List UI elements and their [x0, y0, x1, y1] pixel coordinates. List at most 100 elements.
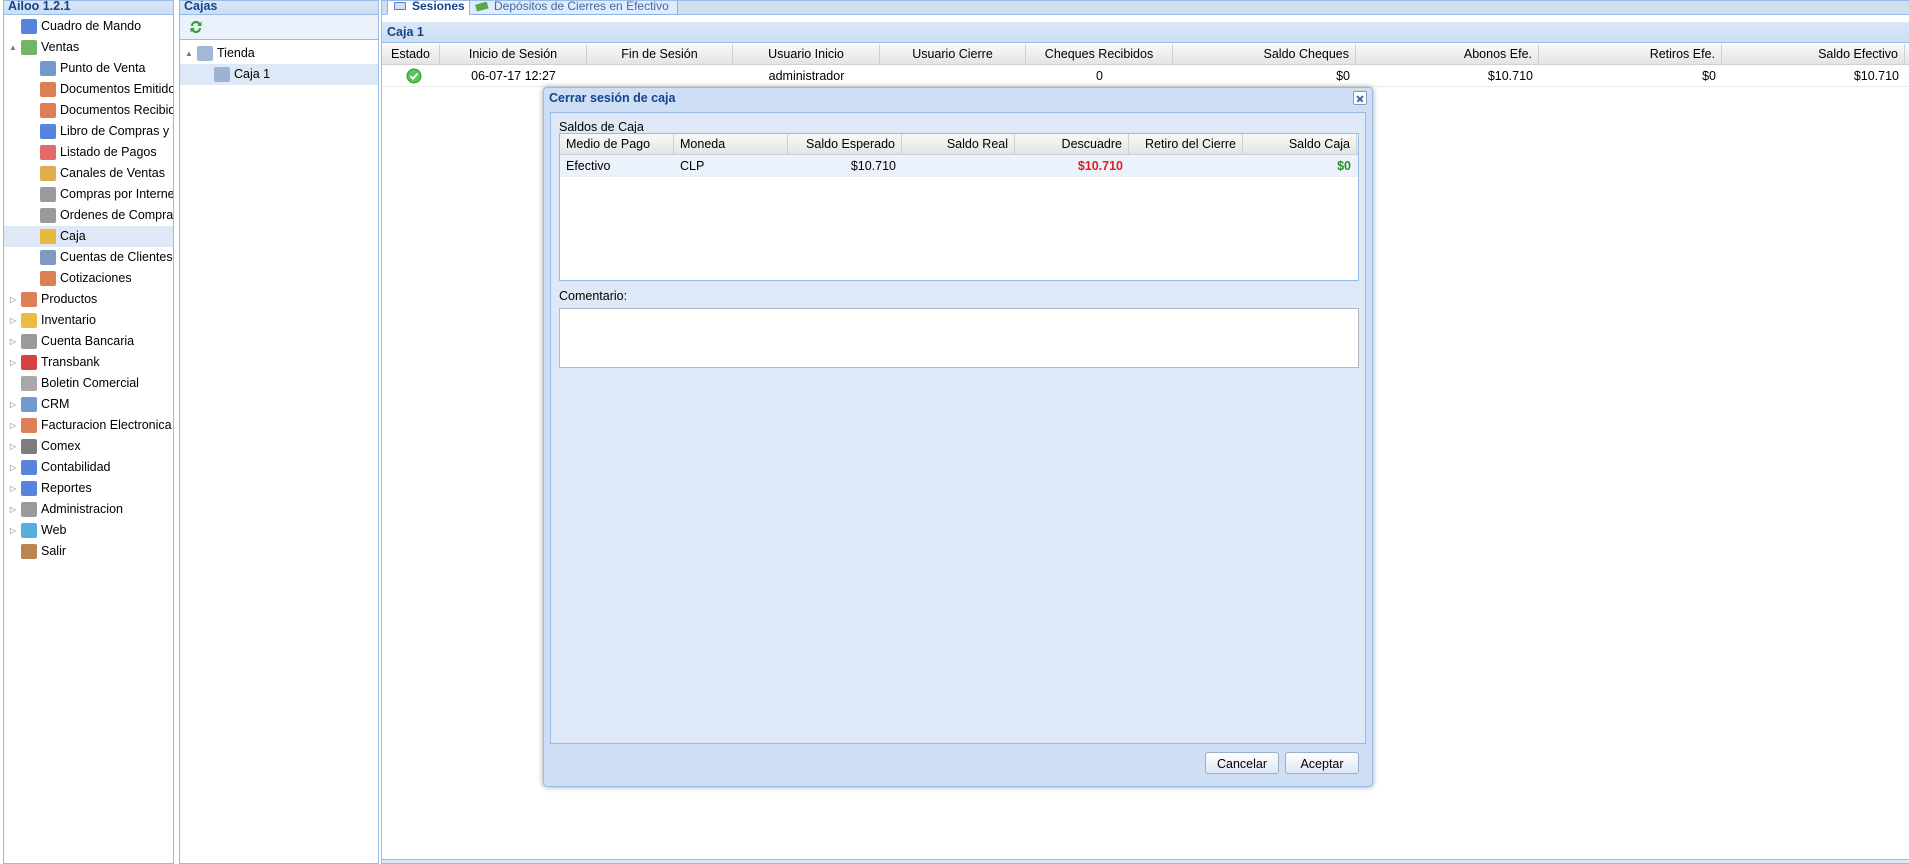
- expander-icon[interactable]: ▷: [7, 478, 19, 499]
- table-row[interactable]: 06-07-17 12:27 administrador 0 $0 $10.710 $0 $…: [382, 65, 1909, 87]
- nav-item-label: Compras por Internet: [60, 187, 173, 201]
- nav-item[interactable]: Cuentas de Clientes: [4, 247, 173, 268]
- table-cell[interactable]: [902, 155, 1015, 177]
- transbank-icon: [21, 355, 37, 370]
- bar-chart-icon: [21, 481, 37, 496]
- comment-label: Comentario:: [559, 289, 628, 303]
- column-header[interactable]: Saldo Cheques: [1173, 44, 1356, 65]
- table-cell: $10.710: [850, 159, 896, 173]
- nav-item[interactable]: Compras por Internet: [4, 184, 173, 205]
- column-header[interactable]: Retiros Efe.: [1539, 44, 1722, 65]
- window-body: Saldos de Caja Medio de Pago Moneda Saldo …: [550, 112, 1366, 744]
- nav-item[interactable]: Salir: [4, 541, 173, 562]
- column-header[interactable]: Saldo Caja: [1243, 134, 1357, 155]
- nav-item[interactable]: ▷ Web: [4, 520, 173, 541]
- nav-item[interactable]: ▷ Comex: [4, 436, 173, 457]
- nav-item-label: Salir: [41, 544, 67, 558]
- nav-item[interactable]: ▷ Facturacion Electronica: [4, 415, 173, 436]
- caja-tree-item[interactable]: ▲ Tienda: [180, 43, 378, 64]
- nav-item[interactable]: Listado de Pagos: [4, 142, 173, 163]
- close-icon[interactable]: [1353, 91, 1367, 105]
- nav-item[interactable]: ▷ CRM: [4, 394, 173, 415]
- saldos-label: Saldos de Caja: [559, 120, 644, 134]
- expander-icon[interactable]: ▷: [7, 331, 19, 352]
- nav-item[interactable]: Ordenes de Compras: [4, 205, 173, 226]
- nav-item[interactable]: ▷ Contabilidad: [4, 457, 173, 478]
- expander-icon[interactable]: ▷: [7, 415, 19, 436]
- comment-textarea[interactable]: [559, 308, 1359, 368]
- column-header[interactable]: Descuadre: [1015, 134, 1129, 155]
- monitor-icon: [394, 2, 406, 10]
- nav-item[interactable]: Libro de Compras y Ventas: [4, 121, 173, 142]
- expander-icon[interactable]: ▷: [7, 499, 19, 520]
- column-header[interactable]: Abonos Efe.: [1356, 44, 1539, 65]
- column-header[interactable]: Saldo Efectivo: [1722, 44, 1905, 65]
- table-cell: Efectivo: [566, 159, 611, 173]
- column-header[interactable]: Usuario Inicio: [733, 44, 880, 65]
- table-cell: $0: [1337, 159, 1351, 173]
- tab-depositos[interactable]: Depósitos de Cierres en Efectivo: [469, 0, 678, 15]
- column-header[interactable]: Cheques Recibidos: [1026, 44, 1173, 65]
- book-icon: [40, 124, 56, 139]
- caja-tree-item[interactable]: Caja 1: [180, 64, 378, 85]
- table-cell: [587, 65, 733, 87]
- nav-item[interactable]: Documentos Recibidos: [4, 100, 173, 121]
- expander-icon[interactable]: ▷: [7, 520, 19, 541]
- nav-item[interactable]: ▷ Productos: [4, 289, 173, 310]
- column-header[interactable]: Estado: [382, 44, 440, 65]
- expander-icon[interactable]: ▷: [7, 289, 19, 310]
- expander-icon[interactable]: ▲: [183, 43, 195, 64]
- nav-item-label: Cuentas de Clientes: [60, 250, 173, 264]
- nav-item-label: Ventas: [41, 40, 80, 54]
- cajas-panel-title: Cajas: [180, 1, 378, 15]
- sessions-grid-header: Estado Inicio de Sesión Fin de Sesión Usuar…: [382, 44, 1909, 65]
- expander-icon[interactable]: ▷: [7, 310, 19, 331]
- expander-icon[interactable]: ▷: [7, 436, 19, 457]
- nav-item[interactable]: ▲ Ventas: [4, 37, 173, 58]
- expander-icon[interactable]: ▲: [7, 37, 19, 58]
- column-header[interactable]: Moneda: [674, 134, 788, 155]
- nav-item-label: Transbank: [41, 355, 100, 369]
- content-bottom-bar: [382, 859, 1909, 863]
- expander-icon[interactable]: ▷: [7, 394, 19, 415]
- nav-item[interactable]: ▷ Inventario: [4, 310, 173, 331]
- cajas-tree: ▲ Tienda Caja 1: [180, 43, 378, 85]
- nav-item-label: Reportes: [41, 481, 92, 495]
- nav-item-label: Ordenes de Compras: [60, 208, 173, 222]
- column-header[interactable]: Saldo Real: [902, 134, 1015, 155]
- accept-button[interactable]: Aceptar: [1285, 752, 1359, 774]
- nav-item-label: Libro de Compras y Ventas: [60, 124, 173, 138]
- nav-item[interactable]: Cotizaciones: [4, 268, 173, 289]
- nav-item-label: Documentos Emitidos: [60, 82, 173, 96]
- nav-item[interactable]: Caja: [4, 226, 173, 247]
- nav-item[interactable]: Boletin Comercial: [4, 373, 173, 394]
- cart-icon: [40, 166, 56, 181]
- nav-item[interactable]: ▷ Administracion: [4, 499, 173, 520]
- cart-icon: [40, 208, 56, 223]
- column-header[interactable]: Inicio de Sesión: [440, 44, 587, 65]
- column-header[interactable]: Saldo Esperado: [788, 134, 902, 155]
- nav-item[interactable]: Cuadro de Mando: [4, 16, 173, 37]
- nav-item-label: Listado de Pagos: [60, 145, 157, 159]
- column-header[interactable]: Usuario Cierre: [880, 44, 1026, 65]
- money-icon: [475, 2, 489, 12]
- nav-item[interactable]: ▷ Reportes: [4, 478, 173, 499]
- table-row[interactable]: Efectivo CLP $10.710 $10.710 $0: [560, 155, 1358, 177]
- column-header[interactable]: Medio de Pago: [560, 134, 674, 155]
- cancel-button[interactable]: Cancelar: [1205, 752, 1279, 774]
- sessions-grid-body: 06-07-17 12:27 administrador 0 $0 $10.710 $0 $…: [382, 65, 1909, 87]
- nav-item[interactable]: Canales de Ventas: [4, 163, 173, 184]
- expander-icon[interactable]: ▷: [7, 352, 19, 373]
- nav-item[interactable]: ▷ Cuenta Bancaria: [4, 331, 173, 352]
- expander-icon[interactable]: ▷: [7, 457, 19, 478]
- nav-item[interactable]: ▷ Transbank: [4, 352, 173, 373]
- tab-sesiones[interactable]: Sesiones: [387, 0, 474, 15]
- column-header[interactable]: Retiro del Cierre: [1129, 134, 1243, 155]
- column-header[interactable]: Fin de Sesión: [587, 44, 733, 65]
- nav-item[interactable]: Documentos Emitidos: [4, 79, 173, 100]
- table-cell: [880, 65, 1026, 87]
- nav-panel-title: Ailoo 1.2.1: [4, 1, 173, 15]
- table-cell[interactable]: [1129, 155, 1243, 177]
- nav-item[interactable]: Punto de Venta: [4, 58, 173, 79]
- refresh-icon[interactable]: [188, 19, 204, 35]
